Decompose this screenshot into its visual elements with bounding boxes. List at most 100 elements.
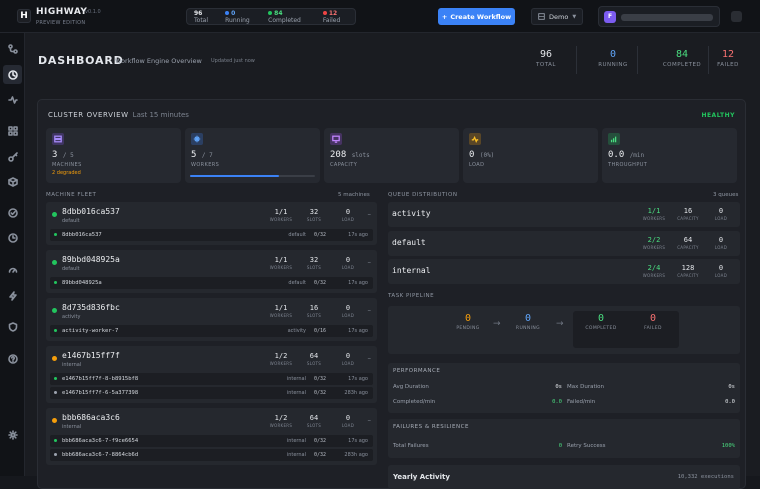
kpi-divider (637, 46, 638, 74)
pipeline-pending: 0 PENDING (456, 313, 480, 331)
worker-queue: internal (286, 390, 306, 396)
worker-slots: 0/32 (314, 452, 327, 458)
fleet-count: 5 machines (338, 192, 370, 198)
metric-capacity: 208 slots CAPACITY (324, 128, 459, 183)
stat-total: 96 Total (194, 9, 209, 24)
key-icon[interactable] (6, 150, 19, 163)
grid-icon[interactable] (6, 124, 19, 137)
machine-header[interactable]: 8d735d836fbc activity 1/1 WORKERS 16 SLOTS… (46, 298, 377, 325)
machine-name: bbb686aca3c6 (62, 413, 120, 422)
machine-queue-tag: default (62, 266, 80, 272)
worker-name: 89bbd048925a (62, 280, 102, 286)
worker-name: activity-worker-7 (62, 328, 119, 334)
machine-status-dot (52, 356, 57, 361)
stat-completed: 84 Completed (268, 9, 301, 24)
machine-card[interactable]: 89bbd048925a default 1/1 WORKERS 32 SLOTS … (46, 250, 377, 293)
worker-row[interactable]: e1467b15ff7f-8-b8915bf8 internal 0/32 17… (50, 373, 373, 385)
clock-icon[interactable] (6, 231, 19, 244)
worker-last-seen: 17s ago (348, 232, 368, 238)
queues-count: 3 queues (713, 192, 739, 198)
machine-status-dot (52, 212, 57, 217)
machine-workers: 1/1 WORKERS (269, 304, 293, 318)
worker-row[interactable]: activity-worker-7 activity 0/16 17s ago (50, 325, 373, 337)
machine-workers: 1/1 WORKERS (269, 256, 293, 270)
notification-icon[interactable] (731, 11, 742, 22)
main-content: DASHBOARD Workflow Engine Overview Updat… (25, 33, 760, 489)
check-circle-icon[interactable] (6, 206, 19, 219)
collapse-icon[interactable]: – (368, 210, 372, 218)
metric-throughput: 0.0 /min THROUGHPUT (602, 128, 737, 183)
worker-row[interactable]: e1467b15ff7f-6-5a377398 internal 0/32 28… (50, 387, 373, 399)
machine-slots: 32 SLOTS (306, 208, 322, 222)
kpi-total: 96 TOTAL (536, 49, 556, 68)
queue-name: default (392, 237, 426, 247)
arrow-right-icon: → (493, 319, 501, 329)
lightning-icon[interactable] (6, 289, 19, 302)
user-menu[interactable]: F (598, 6, 720, 27)
worker-row[interactable]: 89bbd048925a default 0/32 17s ago (50, 277, 373, 289)
worker-slots: 0/32 (314, 390, 327, 396)
machine-card[interactable]: bbb686aca3c6 internal 1/2 WORKERS 64 SLOTS… (46, 408, 377, 465)
stat-running: 0 Running (225, 9, 250, 24)
collapse-icon[interactable]: – (368, 306, 372, 314)
queue-load: 0 LOAD (714, 264, 728, 278)
machine-slots: 64 SLOTS (306, 414, 322, 428)
activity-icon[interactable] (6, 93, 19, 106)
machine-queue-tag: internal (62, 424, 82, 430)
worker-row[interactable]: bbb686aca3c6-7-f9ce6654 internal 0/32 17… (50, 435, 373, 447)
package-icon[interactable] (6, 175, 19, 188)
machine-name: 8dbb016ca537 (62, 207, 120, 216)
worker-status-dot (54, 453, 57, 456)
worker-status-dot (54, 391, 57, 394)
machine-header[interactable]: 8dbb016ca537 default 1/1 WORKERS 32 SLOTS … (46, 202, 377, 229)
failures-card: FAILURES & RESILIENCE Total Failures 0 R… (388, 419, 740, 458)
page-title: DASHBOARD (38, 54, 124, 67)
kpi-divider (576, 46, 577, 74)
worker-queue: internal (286, 438, 306, 444)
kpi-failed: 12 FAILED (717, 49, 739, 68)
machine-header[interactable]: bbb686aca3c6 internal 1/2 WORKERS 64 SLOTS… (46, 408, 377, 435)
worker-last-seen: 283h ago (344, 390, 368, 396)
machine-load: 0 LOAD (341, 208, 355, 222)
create-workflow-button[interactable]: + Create Workflow (438, 8, 515, 25)
queue-row[interactable]: default 2/2 WORKERS 64 CAPACITY 0 LOAD (388, 230, 740, 256)
worker-status-dot (54, 329, 57, 332)
dashboard-icon[interactable] (3, 65, 22, 84)
help-icon[interactable] (6, 352, 19, 365)
machine-queue-tag: default (62, 218, 80, 224)
worker-row[interactable]: 8dbb016ca537 default 0/32 17s ago (50, 229, 373, 241)
gauge-icon[interactable] (6, 263, 19, 276)
settings-icon[interactable] (6, 428, 19, 441)
shield-icon[interactable] (6, 320, 19, 333)
worker-last-seen: 17s ago (348, 280, 368, 286)
collapse-icon[interactable]: – (368, 416, 372, 424)
machine-card[interactable]: 8d735d836fbc activity 1/1 WORKERS 16 SLOTS… (46, 298, 377, 341)
queue-row[interactable]: activity 1/1 WORKERS 16 CAPACITY 0 LOAD (388, 202, 740, 227)
worker-queue: default (288, 280, 306, 286)
machine-card[interactable]: 8dbb016ca537 default 1/1 WORKERS 32 SLOTS … (46, 202, 377, 245)
worker-slots: 0/32 (314, 376, 327, 382)
summary-stats: 96 Total 0 Running 84 Completed 12 Faile… (186, 8, 356, 25)
worker-queue: activity (287, 328, 306, 334)
arrow-right-icon: → (556, 319, 564, 329)
machine-header[interactable]: e1467b15ff7f internal 1/2 WORKERS 64 SLOTS… (46, 346, 377, 373)
connections-icon[interactable] (6, 42, 19, 55)
queues-title: QUEUE DISTRIBUTION (388, 192, 458, 198)
health-status-badge: HEALTHY (701, 112, 735, 119)
app-logo[interactable]: H (17, 9, 31, 23)
app-version: v0.1.0 (85, 9, 101, 15)
machine-load: 0 LOAD (341, 414, 355, 428)
machine-header[interactable]: 89bbd048925a default 1/1 WORKERS 32 SLOTS … (46, 250, 377, 277)
machine-slots: 32 SLOTS (306, 256, 322, 270)
environment-select[interactable]: Demo ▼ (531, 8, 583, 25)
worker-slots: 0/32 (314, 438, 327, 444)
worker-queue: internal (286, 376, 306, 382)
machine-status-dot (52, 260, 57, 265)
machine-card[interactable]: e1467b15ff7f internal 1/2 WORKERS 64 SLOTS… (46, 346, 377, 403)
queue-row[interactable]: internal 2/4 WORKERS 128 CAPACITY 0 LOAD (388, 259, 740, 284)
collapse-icon[interactable]: – (368, 354, 372, 362)
worker-row[interactable]: bbb686aca3c6-7-8864cb6d internal 0/32 28… (50, 449, 373, 461)
pipeline-results: 0 COMPLETED 0 FAILED (573, 311, 679, 348)
collapse-icon[interactable]: – (368, 258, 372, 266)
pipeline-title: TASK PIPELINE (388, 293, 435, 299)
